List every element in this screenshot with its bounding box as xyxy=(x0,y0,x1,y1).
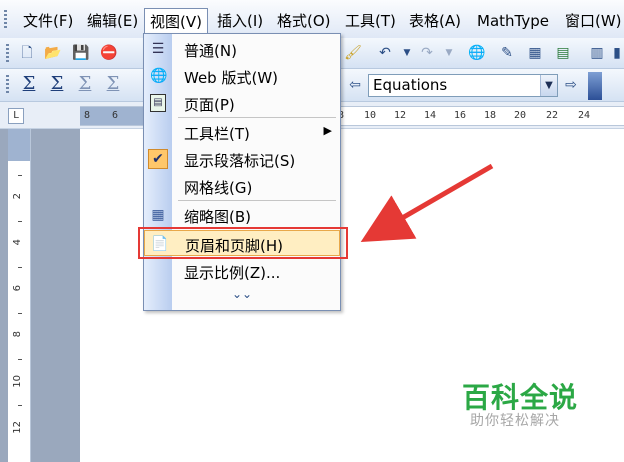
menu-separator xyxy=(178,200,336,201)
checkmark-icon: ✔ xyxy=(148,149,168,169)
view-menu-dropdown: ☰ 普通(N) 🌐 Web 版式(W) ▤ 页面(P) 工具栏(T) ▶ ✔ 显… xyxy=(143,33,341,311)
redo-dropdown-icon[interactable]: ▼ xyxy=(440,44,458,62)
view-menu-item-toolbars[interactable]: 工具栏(T) ▶ xyxy=(144,119,340,145)
undo-icon[interactable]: ↶ xyxy=(376,44,394,62)
sigma-left-number-icon[interactable]: Σ xyxy=(76,75,94,93)
vruler-tick-mark xyxy=(18,221,22,222)
view-menu-item-web-layout[interactable]: 🌐 Web 版式(W) xyxy=(144,63,340,89)
menu-item-label: 显示段落标记(S) xyxy=(184,152,296,170)
chevron-down-icon[interactable]: ▼ xyxy=(540,75,557,96)
menu-item-label: 显示比例(Z)... xyxy=(184,264,281,282)
ruler-tick: 22 xyxy=(546,110,559,121)
back-arrow-icon[interactable]: ⇦ xyxy=(346,76,364,94)
menu-tools[interactable]: 工具(T) xyxy=(340,10,401,32)
style-select-value: Equations xyxy=(373,76,448,94)
ruler-tick: 16 xyxy=(454,110,467,121)
ruler-tick: 24 xyxy=(578,110,591,121)
tab-stop-selector[interactable]: L xyxy=(8,108,24,124)
menu-file[interactable]: 文件(F) xyxy=(18,10,78,32)
thumbnail-icon: ▦ xyxy=(151,207,165,223)
menu-insert[interactable]: 插入(I) xyxy=(212,10,268,32)
undo-dropdown-icon[interactable]: ▼ xyxy=(398,44,416,62)
view-menu-item-normal[interactable]: ☰ 普通(N) xyxy=(144,36,340,62)
ruler-tick: 12 xyxy=(394,110,407,121)
menu-item-label: 网格线(G) xyxy=(184,179,253,197)
menu-item-label: 普通(N) xyxy=(184,42,237,60)
vruler-tick-mark xyxy=(18,313,22,314)
vruler-tick-mark xyxy=(18,405,22,406)
menu-window[interactable]: 窗口(W) xyxy=(560,10,624,32)
vertical-ruler[interactable]: 2 4 6 8 10 12 xyxy=(8,129,31,462)
hyperlink-icon[interactable]: 🌐 xyxy=(468,44,486,62)
ruler-tick: 20 xyxy=(514,110,527,121)
permission-icon[interactable]: ⛔ xyxy=(100,44,118,62)
submenu-arrow-icon: ▶ xyxy=(323,124,332,137)
vruler-tick-mark xyxy=(18,359,22,360)
normal-view-icon: ☰ xyxy=(151,41,165,57)
view-menu-item-thumbnails[interactable]: ▦ 缩略图(B) xyxy=(144,202,340,228)
top-margin-shade xyxy=(8,129,30,161)
menu-item-label: 工具栏(T) xyxy=(184,125,250,143)
menu-mathtype[interactable]: MathType xyxy=(472,10,554,32)
vruler-tick: 8 xyxy=(12,331,23,338)
ruler-tick: 10 xyxy=(364,110,377,121)
vruler-tick: 4 xyxy=(12,239,23,246)
open-folder-icon[interactable]: 📂 xyxy=(44,44,62,62)
ruler-tick: 14 xyxy=(424,110,437,121)
sigma-display-icon[interactable]: Σ xyxy=(48,75,66,93)
view-menu-item-gridlines[interactable]: 网格线(G) xyxy=(144,173,340,199)
print-layout-icon: ▤ xyxy=(150,94,166,112)
menubar-grip[interactable] xyxy=(4,10,7,30)
menu-item-label: 页面(P) xyxy=(184,96,235,114)
menu-item-label: Web 版式(W) xyxy=(184,69,279,87)
ruler-tick: 6 xyxy=(112,110,119,121)
insert-table-icon[interactable]: ▦ xyxy=(526,44,544,62)
vruler-tick-mark xyxy=(18,175,22,176)
save-icon[interactable]: 💾 xyxy=(72,44,90,62)
watermark-subtitle: 助你轻松解决 xyxy=(470,413,560,429)
menu-edit[interactable]: 编辑(E) xyxy=(82,10,143,32)
columns-icon[interactable]: ▥ xyxy=(588,44,606,62)
highlight-annotation-box xyxy=(138,227,348,259)
web-layout-icon: 🌐 xyxy=(150,68,168,84)
tables-borders-icon[interactable]: ✎ xyxy=(498,44,516,62)
ruler-tick: 18 xyxy=(484,110,497,121)
insert-excel-icon[interactable]: ▤ xyxy=(554,44,572,62)
new-document-icon[interactable]: 🗋 xyxy=(18,44,36,62)
toolbar-grip-2[interactable] xyxy=(6,75,9,95)
view-menu-item-zoom[interactable]: 显示比例(Z)... xyxy=(144,258,340,284)
ruler-tick: 8 xyxy=(84,110,91,121)
sigma-inline-icon[interactable]: Σ xyxy=(20,75,38,93)
menu-format[interactable]: 格式(O) xyxy=(272,10,336,32)
style-select[interactable]: Equations ▼ xyxy=(368,74,558,97)
menu-separator xyxy=(178,117,336,118)
menu-table[interactable]: 表格(A) xyxy=(404,10,466,32)
vruler-tick-mark xyxy=(18,267,22,268)
toolbar-grip[interactable] xyxy=(6,44,9,64)
vruler-tick: 2 xyxy=(12,193,23,200)
toolbar-options-button[interactable] xyxy=(588,72,602,100)
menu-item-label: 缩略图(B) xyxy=(184,208,251,226)
redo-icon[interactable]: ↷ xyxy=(418,44,436,62)
drawing-icon[interactable]: ▮ xyxy=(608,44,624,62)
forward-arrow-icon[interactable]: ⇨ xyxy=(562,76,580,94)
sigma-right-number-icon[interactable]: Σ xyxy=(104,75,122,93)
vruler-tick: 10 xyxy=(12,375,23,388)
vruler-tick: 12 xyxy=(12,421,23,434)
expand-menu-chevron-icon[interactable]: ⌄⌄ xyxy=(232,287,252,305)
view-menu-item-print-layout[interactable]: ▤ 页面(P) xyxy=(144,90,340,116)
vruler-tick: 6 xyxy=(12,285,23,292)
format-painter-icon[interactable]: 🖌 xyxy=(344,44,362,62)
menu-view[interactable]: 视图(V) xyxy=(144,8,208,35)
view-menu-item-show-paragraph-marks[interactable]: ✔ 显示段落标记(S) xyxy=(144,146,340,172)
